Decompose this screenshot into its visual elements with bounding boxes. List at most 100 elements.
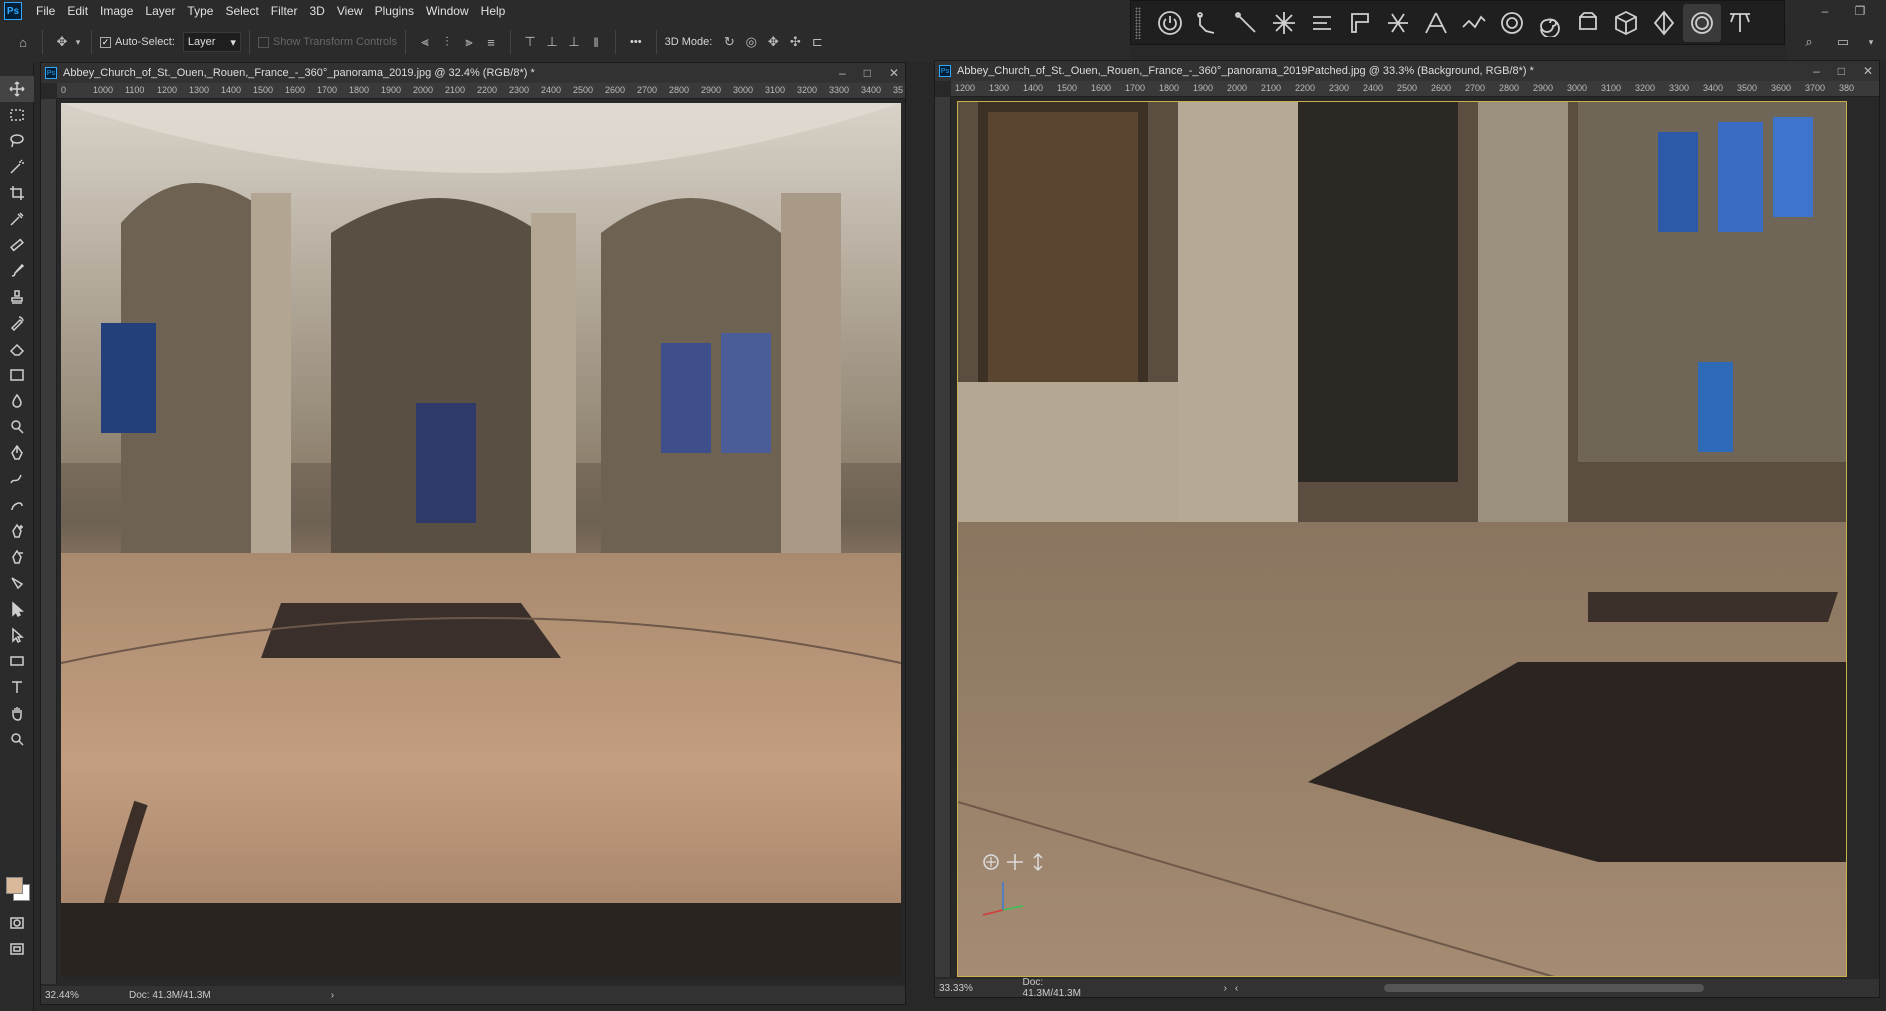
star-burst-icon[interactable]	[1265, 4, 1303, 42]
orbit-3d-icon[interactable]: ↻	[718, 31, 740, 53]
workspace-icon[interactable]: ▭	[1832, 31, 1854, 53]
chevron-down-icon[interactable]: ▾	[1866, 31, 1876, 53]
distribute-horizontal-icon[interactable]: ≡	[480, 31, 502, 53]
pyramid-icon[interactable]	[1721, 4, 1759, 42]
eyedropper-icon[interactable]	[0, 206, 34, 232]
document-tab-left[interactable]: Ps Abbey_Church_of_St._Ouen,_Rouen,_Fran…	[41, 63, 905, 83]
close-icon[interactable]: ✕	[1863, 64, 1873, 78]
diamond-icon[interactable]	[1645, 4, 1683, 42]
quick-mask-icon[interactable]	[0, 910, 34, 936]
asterisk-icon[interactable]	[1379, 4, 1417, 42]
power-icon[interactable]	[1151, 4, 1189, 42]
crop-tool-icon[interactable]	[0, 180, 34, 206]
add-anchor-icon[interactable]	[0, 518, 34, 544]
menu-view[interactable]: View	[331, 0, 369, 22]
panel-grip-handle[interactable]	[1135, 7, 1141, 39]
delete-anchor-icon[interactable]	[0, 544, 34, 570]
move-tool-preset-icon[interactable]: ✥	[51, 31, 73, 53]
canvas-patched[interactable]	[957, 101, 1847, 977]
blur-tool-icon[interactable]	[0, 388, 34, 414]
curvature-pen-icon[interactable]	[0, 492, 34, 518]
magic-wand-icon[interactable]	[0, 154, 34, 180]
sphere-icon[interactable]	[1683, 3, 1721, 42]
document-tab-right[interactable]: Ps Abbey_Church_of_St._Ouen,_Rouen,_Fran…	[935, 61, 1879, 81]
zoom-level[interactable]: 33.33%	[935, 983, 995, 994]
wave-icon[interactable]	[1455, 4, 1493, 42]
type-tool-icon[interactable]	[0, 674, 34, 700]
slide-3d-icon[interactable]: ✣	[784, 31, 806, 53]
align-top-icon[interactable]: ⊤	[519, 31, 541, 53]
direct-select-icon[interactable]	[0, 622, 34, 648]
canvas-panorama[interactable]	[61, 103, 901, 977]
maximize-icon[interactable]: □	[1838, 64, 1845, 78]
more-options-button[interactable]: •••	[630, 36, 642, 48]
menu-plugins[interactable]: Plugins	[369, 0, 420, 22]
menu-help[interactable]: Help	[475, 0, 512, 22]
horizontal-scrollbar[interactable]	[1244, 981, 1879, 995]
window-minimize-button[interactable]: –	[1810, 0, 1840, 22]
search-icon[interactable]: ⌕	[1798, 31, 1820, 53]
marquee-tool-icon[interactable]	[0, 102, 34, 128]
screen-mode-icon[interactable]	[0, 936, 34, 962]
minimize-icon[interactable]: –	[839, 66, 846, 80]
home-icon[interactable]: ⌂	[12, 31, 34, 53]
cube-icon[interactable]	[1607, 4, 1645, 42]
align-center-icon[interactable]: ⫶	[436, 31, 458, 53]
rectangle-tool-icon[interactable]	[0, 648, 34, 674]
menu-window[interactable]: Window	[420, 0, 475, 22]
lasso-tool-icon[interactable]	[0, 128, 34, 154]
auto-select-target-dropdown[interactable]: Layer ▾	[182, 32, 241, 52]
healing-brush-icon[interactable]	[0, 232, 34, 258]
align-left-icon[interactable]: ⫷	[414, 31, 436, 53]
ring-icon[interactable]	[1493, 4, 1531, 42]
menu-file[interactable]: File	[30, 0, 61, 22]
align-right-icon[interactable]: ⫸	[458, 31, 480, 53]
freeform-pen-icon[interactable]	[0, 466, 34, 492]
hand-tool-icon[interactable]	[0, 700, 34, 726]
window-restore-button[interactable]: ❐	[1845, 0, 1875, 22]
rectangle-bracket-icon[interactable]	[1341, 4, 1379, 42]
gradient-icon[interactable]	[0, 362, 34, 388]
menu-layer[interactable]: Layer	[139, 0, 181, 22]
close-icon[interactable]: ✕	[889, 66, 899, 80]
scroll-left-icon[interactable]: ‹	[1235, 983, 1238, 994]
align-middle-icon[interactable]: ⊥	[541, 31, 563, 53]
menu-type[interactable]: Type	[181, 0, 219, 22]
brush-tool-icon[interactable]	[0, 258, 34, 284]
show-transform-controls-checkbox[interactable]	[257, 36, 269, 48]
zoom-tool-icon[interactable]	[0, 726, 34, 752]
pen-tool-icon[interactable]	[0, 440, 34, 466]
eraser-icon[interactable]	[0, 336, 34, 362]
cylinder-icon[interactable]	[1569, 4, 1607, 42]
joint-tool-icon[interactable]	[1189, 4, 1227, 42]
roll-3d-icon[interactable]: ◎	[740, 31, 762, 53]
menu-3d[interactable]: 3D	[303, 0, 330, 22]
history-brush-icon[interactable]	[0, 310, 34, 336]
zoom-level[interactable]: 32.44%	[41, 990, 101, 1001]
foreground-color-swatch[interactable]	[6, 877, 23, 894]
bone-tool-icon[interactable]	[1227, 4, 1265, 42]
lines-icon[interactable]	[1303, 4, 1341, 42]
move-tool-icon[interactable]	[0, 76, 34, 102]
auto-select-checkbox[interactable]: ✓	[100, 36, 111, 48]
align-bottom-icon[interactable]: ⊥	[563, 31, 585, 53]
menu-filter[interactable]: Filter	[265, 0, 304, 22]
maximize-icon[interactable]: □	[864, 66, 871, 80]
scale-3d-icon[interactable]: ⊏	[806, 31, 828, 53]
toolbar-grip[interactable]	[0, 62, 33, 76]
minimize-icon[interactable]: –	[1813, 64, 1820, 78]
chevron-right-icon[interactable]: ›	[331, 990, 334, 1001]
dodge-tool-icon[interactable]	[0, 414, 34, 440]
distribute-vertical-icon[interactable]: ‖	[585, 31, 607, 53]
pan-3d-icon[interactable]: ✥	[762, 31, 784, 53]
chevron-right-icon[interactable]: ›	[1224, 983, 1227, 994]
menu-image[interactable]: Image	[94, 0, 139, 22]
clone-stamp-icon[interactable]	[0, 284, 34, 310]
convert-point-icon[interactable]	[0, 570, 34, 596]
scrollbar-thumb[interactable]	[1384, 984, 1705, 992]
spiral-icon[interactable]	[1531, 4, 1569, 42]
chevron-down-icon[interactable]: ▾	[73, 31, 83, 53]
menu-edit[interactable]: Edit	[61, 0, 94, 22]
path-select-icon[interactable]	[0, 596, 34, 622]
cone-icon[interactable]	[1417, 4, 1455, 42]
